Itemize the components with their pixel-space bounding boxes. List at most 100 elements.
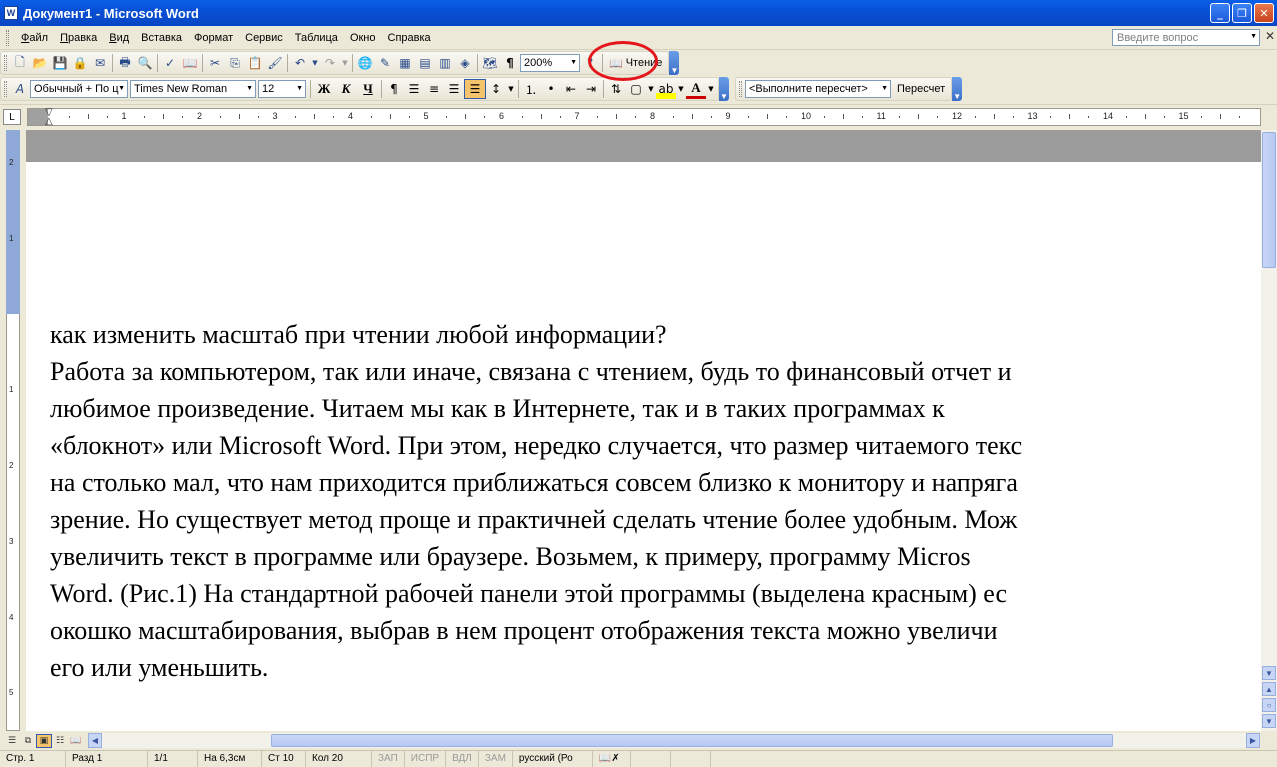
new-document-icon[interactable]: 🗋 bbox=[10, 53, 30, 73]
document-map-icon[interactable]: 🗺 bbox=[480, 53, 500, 73]
chevron-down-icon[interactable]: ▼ bbox=[1250, 33, 1257, 40]
menu-help[interactable]: Справка bbox=[382, 32, 437, 44]
normal-view-icon[interactable]: ☰ bbox=[4, 734, 20, 748]
menu-file[interactable]: Файл bbox=[15, 32, 54, 44]
spelling-status-icon[interactable]: 📖✗ bbox=[593, 750, 631, 767]
show-hide-icon[interactable]: ¶ bbox=[500, 53, 520, 73]
chevron-down-icon[interactable]: ▼ bbox=[118, 85, 125, 92]
insert-excel-icon[interactable]: ▤ bbox=[415, 53, 435, 73]
borders-dropdown-icon[interactable]: ▼ bbox=[646, 79, 656, 99]
paste-icon[interactable]: 📋 bbox=[245, 53, 265, 73]
toolbar-grip-handle[interactable] bbox=[739, 81, 742, 97]
italic-button[interactable]: К bbox=[335, 79, 357, 99]
underline-button[interactable]: Ч bbox=[357, 79, 379, 99]
tab-selector[interactable]: L bbox=[3, 109, 21, 125]
cut-icon[interactable]: ✂ bbox=[205, 53, 225, 73]
format-painter-icon[interactable]: 🖌 bbox=[265, 53, 285, 73]
spelling-icon[interactable]: ✓ bbox=[160, 53, 180, 73]
next-page-icon[interactable]: ▼ bbox=[1262, 714, 1276, 728]
toolbar-grip-handle[interactable] bbox=[4, 81, 7, 97]
toolbar-options-icon[interactable]: ▼ bbox=[952, 77, 963, 101]
bullets-icon[interactable]: • bbox=[541, 79, 561, 99]
font-color-dropdown-icon[interactable]: ▼ bbox=[706, 79, 716, 99]
print-icon[interactable]: 🖶 bbox=[115, 53, 135, 73]
indent-marker-icon[interactable]: ▽ △ bbox=[45, 108, 53, 127]
vertical-scrollbar[interactable]: ▼ ▲ ○ ▼ bbox=[1261, 130, 1277, 731]
scroll-down-icon[interactable]: ▼ bbox=[1262, 666, 1276, 680]
horizontal-scrollbar[interactable]: ◀ ▶ bbox=[88, 733, 1260, 748]
print-layout-icon[interactable]: ▣ bbox=[36, 733, 52, 748]
minimize-button[interactable]: _ bbox=[1210, 3, 1230, 23]
email-icon[interactable]: ✉ bbox=[90, 53, 110, 73]
scroll-left-icon[interactable]: ◀ bbox=[88, 733, 102, 748]
sort-icon[interactable]: ⇅ bbox=[606, 79, 626, 99]
status-language[interactable]: русский (Ро bbox=[513, 750, 593, 767]
menu-edit[interactable]: Правка bbox=[54, 32, 103, 44]
save-icon[interactable]: 💾 bbox=[50, 53, 70, 73]
increase-indent-icon[interactable]: ⇥ bbox=[581, 79, 601, 99]
track-changes-combobox[interactable]: <Выполните пересчет> ▼ bbox=[745, 80, 891, 98]
tables-borders-icon[interactable]: ✎ bbox=[375, 53, 395, 73]
menu-window[interactable]: Окно bbox=[344, 32, 382, 44]
status-overtype[interactable]: ЗАМ bbox=[479, 750, 513, 767]
document-text[interactable]: как изменить масштаб при чтении любой ин… bbox=[50, 316, 1261, 686]
vertical-scroll-thumb[interactable] bbox=[1262, 132, 1276, 268]
scroll-right-icon[interactable]: ▶ bbox=[1246, 733, 1260, 748]
highlight-dropdown-icon[interactable]: ▼ bbox=[676, 79, 686, 99]
outline-view-icon[interactable]: ☷ bbox=[52, 734, 68, 748]
ruler-bar[interactable]: 1 2 3 4 5 6 7 8 9 10 11 12 13 14 15 ▽ △ bbox=[27, 108, 1261, 127]
research-icon[interactable]: 📖 bbox=[180, 53, 200, 73]
copy-icon[interactable]: ⎘ bbox=[225, 53, 245, 73]
select-browse-object-icon[interactable]: ○ bbox=[1262, 698, 1276, 712]
style-combobox[interactable]: Обычный + По ц ▼ bbox=[30, 80, 128, 98]
zoom-combobox[interactable]: 200% ▼ bbox=[520, 54, 580, 72]
chevron-down-icon[interactable]: ▼ bbox=[570, 59, 577, 66]
word-app-icon[interactable]: W bbox=[4, 6, 18, 20]
justify-button[interactable]: ☰ bbox=[464, 79, 486, 99]
reading-layout-button[interactable]: 📖 Чтение bbox=[605, 57, 666, 70]
styles-formatting-icon[interactable]: A bbox=[10, 79, 30, 99]
font-size-combobox[interactable]: 12 ▼ bbox=[258, 80, 306, 98]
toolbar-grip-handle[interactable] bbox=[4, 55, 7, 71]
status-page[interactable]: Стр. 1 bbox=[0, 750, 66, 767]
close-button[interactable]: ✕ bbox=[1254, 3, 1274, 23]
insert-table-icon[interactable]: ▦ bbox=[395, 53, 415, 73]
toolbar-options-icon[interactable]: ▼ bbox=[719, 77, 729, 101]
hyperlink-icon[interactable]: 🌐 bbox=[355, 53, 375, 73]
align-left-icon[interactable]: ☰ bbox=[404, 79, 424, 99]
ask-question-input[interactable]: Введите вопрос ▼ bbox=[1112, 29, 1260, 46]
columns-icon[interactable]: ▥ bbox=[435, 53, 455, 73]
menu-format[interactable]: Формат bbox=[188, 32, 239, 44]
redo-icon[interactable]: ↷ bbox=[320, 53, 340, 73]
status-extend[interactable]: ВДЛ bbox=[446, 750, 479, 767]
menu-insert[interactable]: Вставка bbox=[135, 32, 188, 44]
chevron-down-icon[interactable]: ▼ bbox=[246, 85, 253, 92]
web-layout-icon[interactable]: ⧉ bbox=[20, 734, 36, 748]
horizontal-scroll-thumb[interactable] bbox=[271, 734, 1113, 747]
help-icon[interactable]: ? bbox=[580, 53, 600, 73]
toolbar-options-icon[interactable]: ▼ bbox=[669, 51, 680, 75]
print-preview-icon[interactable]: 🔍 bbox=[135, 53, 155, 73]
font-combobox[interactable]: Times New Roman ▼ bbox=[130, 80, 256, 98]
bold-button[interactable]: Ж bbox=[313, 79, 335, 99]
document-page[interactable]: как изменить масштаб при чтении любой ин… bbox=[26, 130, 1261, 731]
title-bar[interactable]: W Документ1 - Microsoft Word _ ❐ ✕ bbox=[0, 0, 1277, 26]
redo-dropdown-icon[interactable]: ▼ bbox=[340, 53, 350, 73]
status-at[interactable]: На 6,3см bbox=[198, 750, 262, 767]
status-pages[interactable]: 1/1 bbox=[148, 750, 198, 767]
menu-table[interactable]: Таблица bbox=[289, 32, 344, 44]
status-track[interactable]: ИСПР bbox=[405, 750, 447, 767]
align-center-icon[interactable]: ≡ bbox=[424, 79, 444, 99]
status-column[interactable]: Кол 20 bbox=[306, 750, 372, 767]
permission-icon[interactable]: 🔒 bbox=[70, 53, 90, 73]
font-color-icon[interactable]: A bbox=[686, 79, 706, 99]
status-section[interactable]: Разд 1 bbox=[66, 750, 148, 767]
decrease-indent-icon[interactable]: ⇤ bbox=[561, 79, 581, 99]
undo-dropdown-icon[interactable]: ▼ bbox=[310, 53, 320, 73]
menu-tools[interactable]: Сервис bbox=[239, 32, 289, 44]
align-right-icon[interactable]: ☰ bbox=[444, 79, 464, 99]
line-spacing-icon[interactable]: ↕ bbox=[486, 79, 506, 99]
chevron-down-icon[interactable]: ▼ bbox=[296, 85, 303, 92]
status-line[interactable]: Ст 10 bbox=[262, 750, 306, 767]
undo-icon[interactable]: ↶ bbox=[290, 53, 310, 73]
